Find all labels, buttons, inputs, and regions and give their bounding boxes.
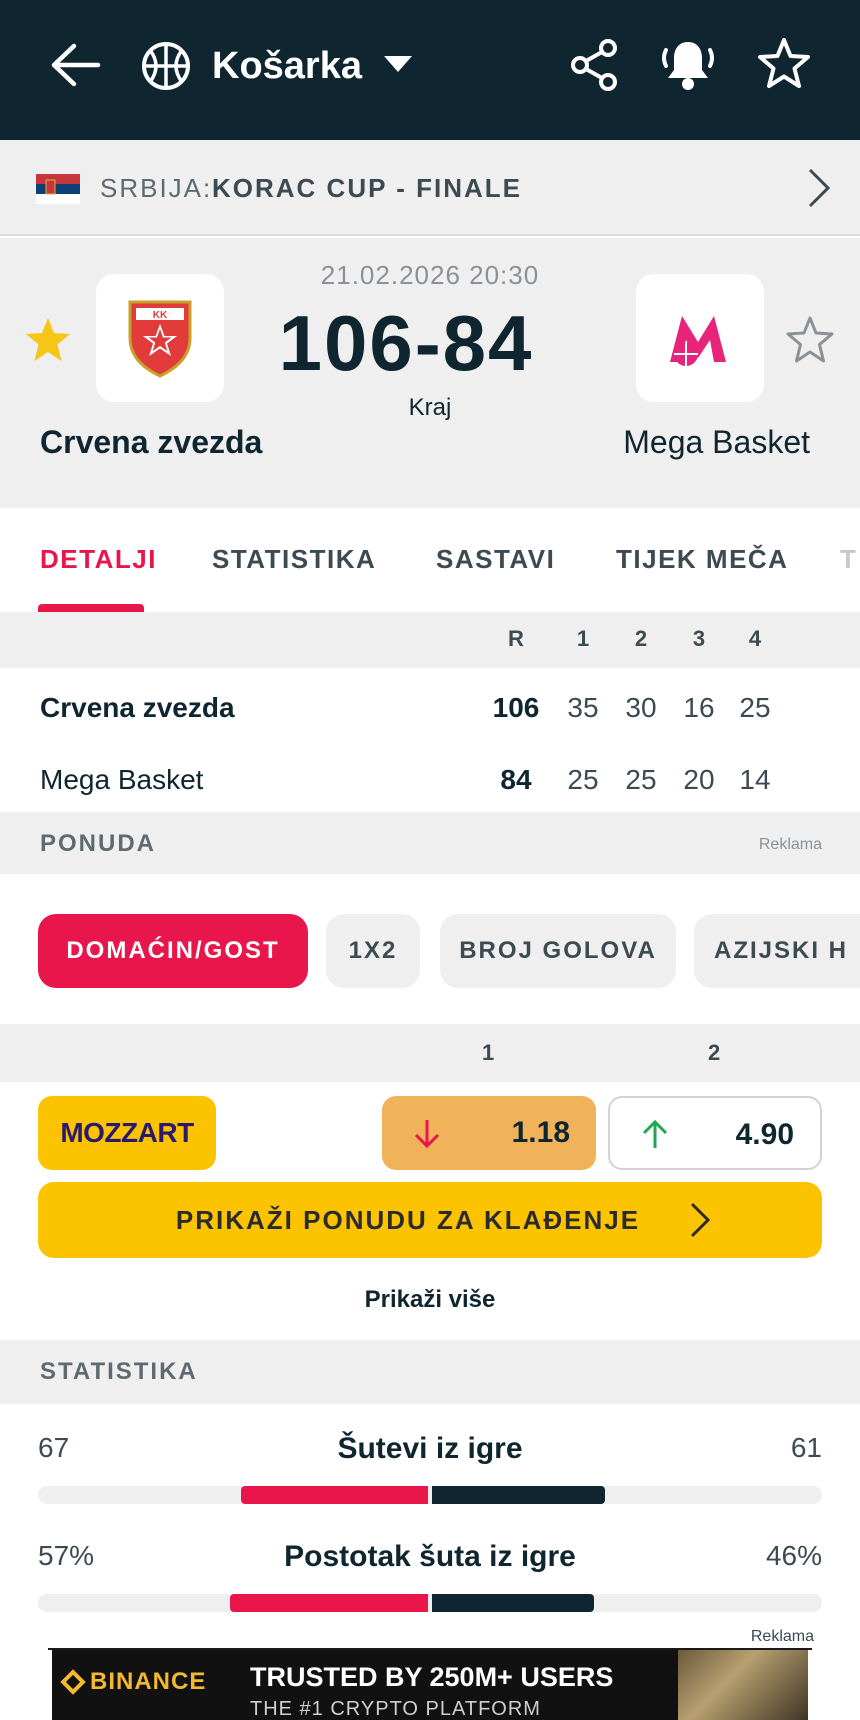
chip-home-away[interactable]: DOMAĆIN/GOST — [38, 914, 308, 988]
share-icon[interactable] — [568, 38, 620, 92]
away-favorite-star-icon[interactable] — [784, 314, 836, 366]
row-q1: 25 — [567, 764, 599, 795]
show-betting-offer-button[interactable]: PRIKAŽI PONUDU ZA KLAĐENJE — [38, 1182, 822, 1258]
arrow-up-icon — [642, 1119, 668, 1148]
dropdown-caret-icon[interactable] — [384, 56, 412, 72]
odds-col-1: 1 — [482, 1040, 495, 1065]
chip-total-goals[interactable]: BROJ GOLOVA — [440, 914, 676, 988]
chevron-right-icon — [690, 1202, 711, 1238]
ad-subline: THE #1 CRYPTO PLATFORM — [250, 1698, 541, 1720]
odd-home[interactable]: 1.18 — [382, 1096, 596, 1170]
score-table-header: R 1 2 3 4 — [0, 612, 860, 668]
stat-away-value: 61 — [790, 1432, 822, 1463]
chip-1x2[interactable]: 1X2 — [326, 914, 420, 988]
sport-selector-label[interactable]: Košarka — [212, 40, 362, 92]
statistics-title: STATISTIKA — [40, 1358, 198, 1385]
stat-away-bar — [432, 1594, 594, 1612]
odd-home-value: 1.18 — [511, 1116, 570, 1149]
header-q3: 3 — [692, 626, 706, 651]
row-team-name: Crvena zvezda — [40, 692, 235, 723]
tab-match-flow[interactable]: TIJEK MEČA — [616, 544, 788, 575]
home-team-name[interactable]: Crvena zvezda — [40, 424, 262, 461]
tab-statistics[interactable]: STATISTIKA — [212, 544, 376, 575]
row-q3: 20 — [683, 764, 715, 795]
cta-label: PRIKAŽI PONUDU ZA KLAĐENJE — [175, 1205, 641, 1235]
bell-ringing-icon[interactable] — [660, 36, 716, 94]
league-name: KORAC CUP - FINALE — [212, 173, 522, 203]
stat-track — [38, 1486, 822, 1504]
ad-banner[interactable]: BINANCE TRUSTED BY 250M+ USERS THE #1 CR… — [52, 1650, 808, 1720]
league-row[interactable]: SRBIJA: KORAC CUP - FINALE — [0, 140, 860, 236]
stat-away-bar — [432, 1486, 605, 1504]
row-total: 84 — [500, 764, 532, 795]
header-q4: 4 — [748, 626, 762, 651]
tab-details[interactable]: DETALJI — [40, 544, 157, 575]
stat-row: 67 Šutevi iz igre 61 — [0, 1422, 860, 1532]
stat-row: 57% Postotak šuta iz igre 46% — [0, 1530, 860, 1640]
ad-label: Reklama — [758, 836, 822, 853]
row-q2: 30 — [625, 692, 657, 723]
ad-headline: TRUSTED BY 250M+ USERS — [250, 1662, 614, 1692]
row-total: 106 — [492, 692, 540, 723]
tab-lineups[interactable]: SASTAVI — [436, 544, 555, 575]
chip-asian-handicap[interactable]: AZIJSKI H — [694, 914, 860, 988]
ad-brand-label: BINANCE — [90, 1668, 207, 1695]
header-q2: 2 — [634, 626, 648, 651]
chevron-right-icon[interactable] — [806, 166, 832, 210]
offer-section-header: PONUDA Reklama — [0, 812, 860, 876]
ad-brand: BINANCE — [60, 1668, 207, 1696]
tab-more[interactable]: T — [840, 544, 857, 575]
header-q1: 1 — [576, 626, 590, 651]
away-team-logo[interactable] — [636, 274, 764, 402]
stat-label: Šutevi iz igre — [337, 1432, 523, 1465]
statistics-section-header: STATISTIKA — [0, 1340, 860, 1404]
offer-title: PONUDA — [40, 830, 157, 857]
stat-label: Postotak šuta iz igre — [284, 1540, 576, 1573]
odds-row: MOZZART 1.18 4.90 — [0, 1082, 860, 1182]
header-total: R — [508, 626, 524, 651]
stat-home-bar — [241, 1486, 428, 1504]
table-row: Crvena zvezda 106 35 30 16 25 — [0, 672, 860, 744]
row-q1: 35 — [567, 692, 599, 723]
odds-col-2: 2 — [708, 1040, 721, 1065]
row-q3: 16 — [683, 692, 715, 723]
active-tab-indicator — [38, 604, 144, 612]
row-q4: 14 — [739, 764, 771, 795]
star-outline-icon[interactable] — [756, 36, 812, 92]
row-team-name: Mega Basket — [40, 764, 204, 795]
basketball-icon — [142, 42, 190, 90]
app-bar: Košarka — [0, 0, 860, 140]
odd-away[interactable]: 4.90 — [608, 1096, 822, 1170]
odds-header: 1 2 — [0, 1024, 860, 1082]
serbia-flag-icon — [36, 174, 80, 204]
stat-away-value: 46% — [765, 1540, 822, 1571]
arrow-down-icon — [414, 1120, 440, 1149]
odd-away-value: 4.90 — [735, 1118, 794, 1151]
row-q2: 25 — [625, 764, 657, 795]
league-country: SRBIJA: — [100, 173, 213, 203]
stat-track — [38, 1594, 822, 1612]
show-more-link[interactable]: Prikaži više — [0, 1286, 860, 1314]
back-arrow-icon[interactable] — [46, 38, 106, 92]
binance-logo-icon — [60, 1669, 86, 1695]
bookmaker-logo[interactable]: MOZZART — [38, 1096, 216, 1170]
ad-label: Reklama — [750, 1628, 814, 1645]
stat-home-bar — [230, 1594, 428, 1612]
ad-image — [678, 1650, 808, 1720]
match-tabs: DETALJI STATISTIKA SASTAVI TIJEK MEČA T — [0, 508, 860, 612]
mega-basket-crest-icon — [670, 316, 726, 366]
market-chips: DOMAĆIN/GOST 1X2 BROJ GOLOVA AZIJSKI H — [0, 874, 860, 1024]
table-row: Mega Basket 84 25 25 20 14 — [0, 744, 860, 816]
match-header: KK 21.02.2026 20:30 106-84 Kraj Crvena z… — [0, 238, 860, 508]
row-q4: 25 — [739, 692, 771, 723]
away-team-name[interactable]: Mega Basket — [623, 424, 810, 461]
